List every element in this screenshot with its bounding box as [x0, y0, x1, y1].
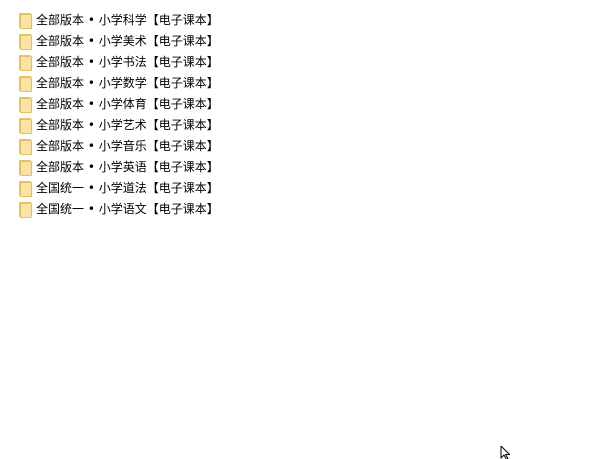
folder-icon [18, 96, 32, 113]
folder-item[interactable]: 全部版本 • 小学美术【电子课本】 [18, 31, 578, 52]
folder-item[interactable]: 全国统一 • 小学道法【电子课本】 [18, 178, 578, 199]
folder-name: 全国统一 • 小学语文【电子课本】 [36, 202, 219, 216]
folder-name: 全部版本 • 小学体育【电子课本】 [36, 97, 219, 111]
folder-name: 全部版本 • 小学书法【电子课本】 [36, 55, 219, 69]
folder-name: 全部版本 • 小学数学【电子课本】 [36, 76, 219, 90]
folder-item[interactable]: 全部版本 • 小学音乐【电子课本】 [18, 136, 578, 157]
folder-item[interactable]: 全部版本 • 小学艺术【电子课本】 [18, 115, 578, 136]
mouse-pointer-icon [500, 446, 510, 459]
folder-name: 全国统一 • 小学道法【电子课本】 [36, 181, 219, 195]
folder-item[interactable]: 全部版本 • 小学书法【电子课本】 [18, 52, 578, 73]
folder-icon [18, 138, 32, 155]
folder-name: 全部版本 • 小学英语【电子课本】 [36, 160, 219, 174]
folder-item[interactable]: 全部版本 • 小学体育【电子课本】 [18, 94, 578, 115]
folder-item[interactable]: 全国统一 • 小学语文【电子课本】 [18, 199, 578, 220]
folder-icon [18, 54, 32, 71]
folder-icon [18, 117, 32, 134]
folder-icon [18, 75, 32, 92]
folder-item[interactable]: 全部版本 • 小学英语【电子课本】 [18, 157, 578, 178]
folder-item[interactable]: 全部版本 • 小学数学【电子课本】 [18, 73, 578, 94]
file-list: 全部版本 • 小学科学【电子课本】 全部版本 • 小学美术【电子课本】 全部版本… [18, 10, 578, 220]
folder-icon [18, 201, 32, 218]
folder-icon [18, 180, 32, 197]
folder-icon [18, 12, 32, 29]
folder-name: 全部版本 • 小学艺术【电子课本】 [36, 118, 219, 132]
folder-item[interactable]: 全部版本 • 小学科学【电子课本】 [18, 10, 578, 31]
folder-icon [18, 159, 32, 176]
folder-name: 全部版本 • 小学科学【电子课本】 [36, 13, 219, 27]
folder-icon [18, 33, 32, 50]
folder-name: 全部版本 • 小学音乐【电子课本】 [36, 139, 219, 153]
folder-name: 全部版本 • 小学美术【电子课本】 [36, 34, 219, 48]
